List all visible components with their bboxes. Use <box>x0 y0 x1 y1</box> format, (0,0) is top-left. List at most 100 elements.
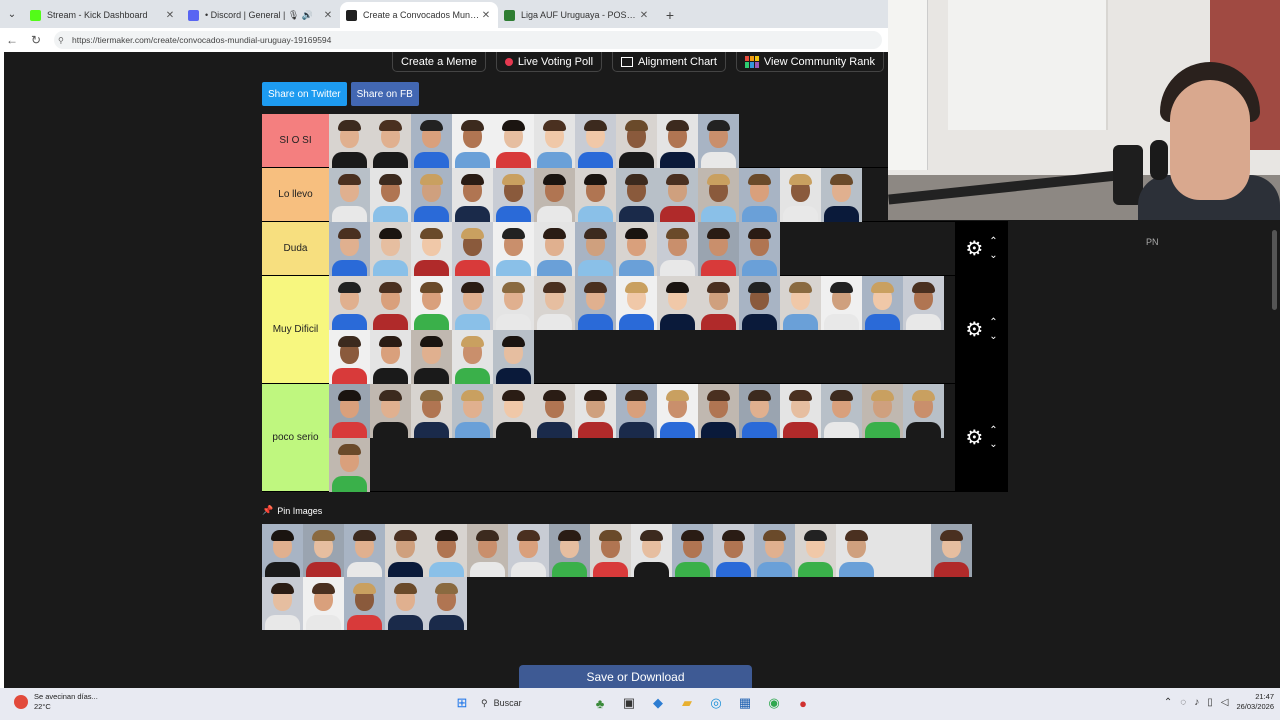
gear-icon[interactable]: ⚙ <box>965 428 983 448</box>
player-image[interactable] <box>452 168 493 222</box>
player-image[interactable] <box>698 114 739 168</box>
player-image[interactable] <box>452 330 493 384</box>
move-down-icon[interactable]: ⌄ <box>989 249 997 263</box>
player-image[interactable] <box>329 276 370 330</box>
player-image[interactable] <box>329 384 370 438</box>
player-image[interactable] <box>698 384 739 438</box>
player-image[interactable] <box>329 438 370 492</box>
player-image[interactable] <box>370 276 411 330</box>
player-image[interactable] <box>616 276 657 330</box>
player-image[interactable] <box>493 222 534 276</box>
player-image[interactable] <box>493 114 534 168</box>
player-image[interactable] <box>739 168 780 222</box>
player-image[interactable] <box>575 384 616 438</box>
live-voting-button[interactable]: Live Voting Poll <box>495 52 603 72</box>
network-icon[interactable]: ◌ <box>1180 697 1186 708</box>
tier-label[interactable]: Lo llevo <box>262 168 329 221</box>
move-up-icon[interactable]: ⌃ <box>989 424 997 438</box>
file-explorer-icon[interactable]: ▰ <box>677 693 697 713</box>
player-image[interactable] <box>452 384 493 438</box>
player-image[interactable] <box>534 384 575 438</box>
create-meme-button[interactable]: Create a Meme <box>392 52 486 72</box>
player-image[interactable] <box>616 384 657 438</box>
tier-label[interactable]: Muy Dificil <box>262 276 329 383</box>
clock[interactable]: 21:47 26/03/2026 <box>1236 692 1274 712</box>
player-image[interactable] <box>493 168 534 222</box>
player-image[interactable] <box>780 168 821 222</box>
player-image[interactable] <box>493 276 534 330</box>
player-image[interactable] <box>493 384 534 438</box>
scrollbar-thumb[interactable] <box>1272 230 1277 310</box>
share-twitter-button[interactable]: Share on Twitter <box>262 82 347 106</box>
gear-icon[interactable]: ⚙ <box>965 239 983 259</box>
player-image[interactable] <box>931 524 972 577</box>
player-image[interactable] <box>370 330 411 384</box>
back-icon[interactable]: ← <box>0 33 24 47</box>
move-down-icon[interactable]: ⌄ <box>989 438 997 452</box>
tray-chevron-icon[interactable]: ⌃ <box>1164 697 1172 708</box>
move-up-icon[interactable]: ⌃ <box>989 235 997 249</box>
player-image[interactable] <box>836 524 931 577</box>
player-image[interactable] <box>616 222 657 276</box>
player-image[interactable] <box>903 384 944 438</box>
site-info-icon[interactable]: ⚲ <box>58 36 72 45</box>
tab-list-icon[interactable]: ⌄ <box>0 0 24 28</box>
player-image[interactable] <box>780 276 821 330</box>
player-image[interactable] <box>575 168 616 222</box>
task-view-icon[interactable]: ▣ <box>619 693 639 713</box>
player-image[interactable] <box>370 222 411 276</box>
windows-start-icon[interactable]: ⊞ <box>452 693 472 713</box>
player-image[interactable] <box>780 384 821 438</box>
player-image[interactable] <box>385 524 426 577</box>
record-app-icon[interactable]: ● <box>793 693 813 713</box>
player-image[interactable] <box>411 330 452 384</box>
weather-widget[interactable]: Se avecinan días... 22°C <box>14 692 98 712</box>
player-image[interactable] <box>903 276 944 330</box>
player-image[interactable] <box>467 524 508 577</box>
taskbar-search[interactable]: ⚲ Buscar <box>481 692 581 714</box>
player-image[interactable] <box>657 168 698 222</box>
player-image[interactable] <box>411 114 452 168</box>
player-image[interactable] <box>329 114 370 168</box>
player-image[interactable] <box>795 524 836 577</box>
player-image[interactable] <box>590 524 631 577</box>
player-image[interactable] <box>370 114 411 168</box>
player-image[interactable] <box>575 114 616 168</box>
player-image[interactable] <box>657 114 698 168</box>
player-image[interactable] <box>821 384 862 438</box>
player-image[interactable] <box>713 524 754 577</box>
edge-icon[interactable]: ◎ <box>706 693 726 713</box>
store-icon[interactable]: ◆ <box>648 693 668 713</box>
player-image[interactable] <box>370 384 411 438</box>
player-image[interactable] <box>739 384 780 438</box>
player-image[interactable] <box>329 168 370 222</box>
player-image[interactable] <box>549 524 590 577</box>
move-up-icon[interactable]: ⌃ <box>989 316 997 330</box>
move-down-icon[interactable]: ⌄ <box>989 330 997 344</box>
widgets-icon[interactable]: ♣ <box>590 693 610 713</box>
player-image[interactable] <box>739 222 780 276</box>
player-image[interactable] <box>616 168 657 222</box>
player-image[interactable] <box>575 276 616 330</box>
save-download-button[interactable]: Save or Download <box>519 665 752 688</box>
player-image[interactable] <box>452 222 493 276</box>
browser-tab[interactable]: • Discord | General | 🎙 🔊 ✕ <box>182 2 340 28</box>
player-image[interactable] <box>739 276 780 330</box>
player-image[interactable] <box>821 168 862 222</box>
player-image[interactable] <box>370 168 411 222</box>
alignment-chart-button[interactable]: Alignment Chart <box>612 52 726 72</box>
player-image[interactable] <box>698 276 739 330</box>
player-image[interactable] <box>303 577 344 630</box>
browser-tab[interactable]: Stream - Kick Dashboard ✕ <box>24 2 182 28</box>
browser-tab[interactable]: Liga AUF Uruguaya - POSICIONES✕ <box>498 2 656 28</box>
community-rank-button[interactable]: View Community Rank <box>735 52 884 72</box>
share-fb-button[interactable]: Share on FB <box>350 82 419 106</box>
player-image[interactable] <box>344 524 385 577</box>
player-image[interactable] <box>426 577 467 630</box>
tab-close-icon[interactable]: ✕ <box>638 10 650 21</box>
player-image[interactable] <box>262 577 303 630</box>
tier-label[interactable]: poco serio <box>262 384 329 491</box>
player-image[interactable] <box>534 276 575 330</box>
gear-icon[interactable]: ⚙ <box>965 320 983 340</box>
player-image[interactable] <box>657 384 698 438</box>
